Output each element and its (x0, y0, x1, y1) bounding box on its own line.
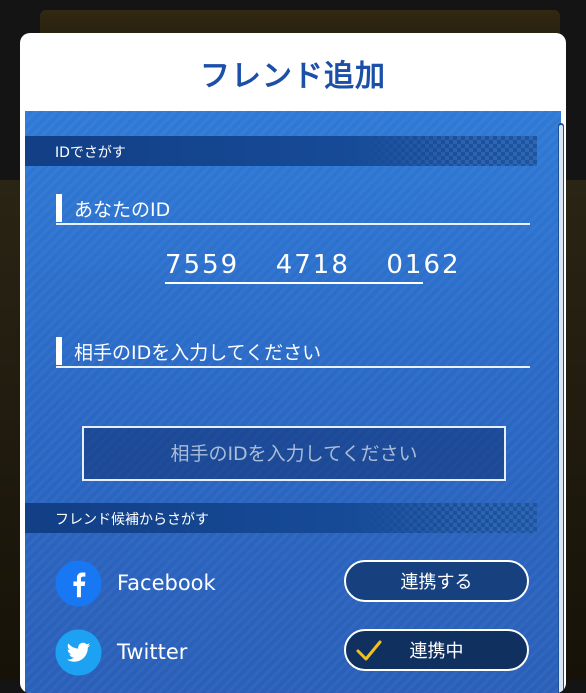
label-accent-bar (56, 337, 62, 365)
background-left-edge (0, 180, 22, 680)
twitter-row: Twitter 連携中 (55, 629, 529, 677)
twitter-icon (55, 629, 102, 676)
twitter-link-button[interactable]: 連携中 (344, 629, 529, 671)
scrollbar-thumb[interactable] (559, 125, 563, 693)
twitter-link-button-label: 連携中 (409, 641, 464, 662)
your-id-value[interactable]: 7559 4718 0162 (165, 250, 459, 284)
section-header-friend-candidates: フレンド候補からさがす (25, 503, 537, 533)
section-header-label: フレンド候補からさがす (55, 512, 209, 528)
section-header-label: IDでさがす (55, 145, 126, 161)
label-accent-bar (56, 194, 62, 222)
add-friend-dialog: フレンド追加 IDでさがす あなたのID 7559 4718 0162 相手のI… (20, 33, 566, 693)
partner-id-label-text: 相手のIDを入力してください (74, 342, 322, 364)
your-id-label: あなたのID (56, 191, 530, 225)
facebook-icon (55, 560, 102, 607)
facebook-row: Facebook 連携する (55, 560, 529, 608)
dialog-title: フレンド追加 (200, 59, 386, 94)
section-header-search-by-id: IDでさがす (25, 136, 537, 166)
facebook-link-button[interactable]: 連携する (344, 560, 529, 602)
your-id-label-text: あなたのID (74, 199, 171, 221)
partner-id-input[interactable] (82, 426, 506, 481)
partner-id-label: 相手のIDを入力してください (56, 334, 530, 368)
twitter-label: Twitter (117, 640, 188, 664)
facebook-link-button-label: 連携する (400, 572, 473, 593)
background-right-edge (566, 180, 586, 680)
check-icon (356, 640, 382, 661)
checker-pattern (357, 503, 537, 533)
facebook-label: Facebook (117, 571, 216, 595)
checker-pattern (357, 136, 537, 166)
dialog-content: IDでさがす あなたのID 7559 4718 0162 相手のIDを入力してく… (25, 111, 561, 693)
